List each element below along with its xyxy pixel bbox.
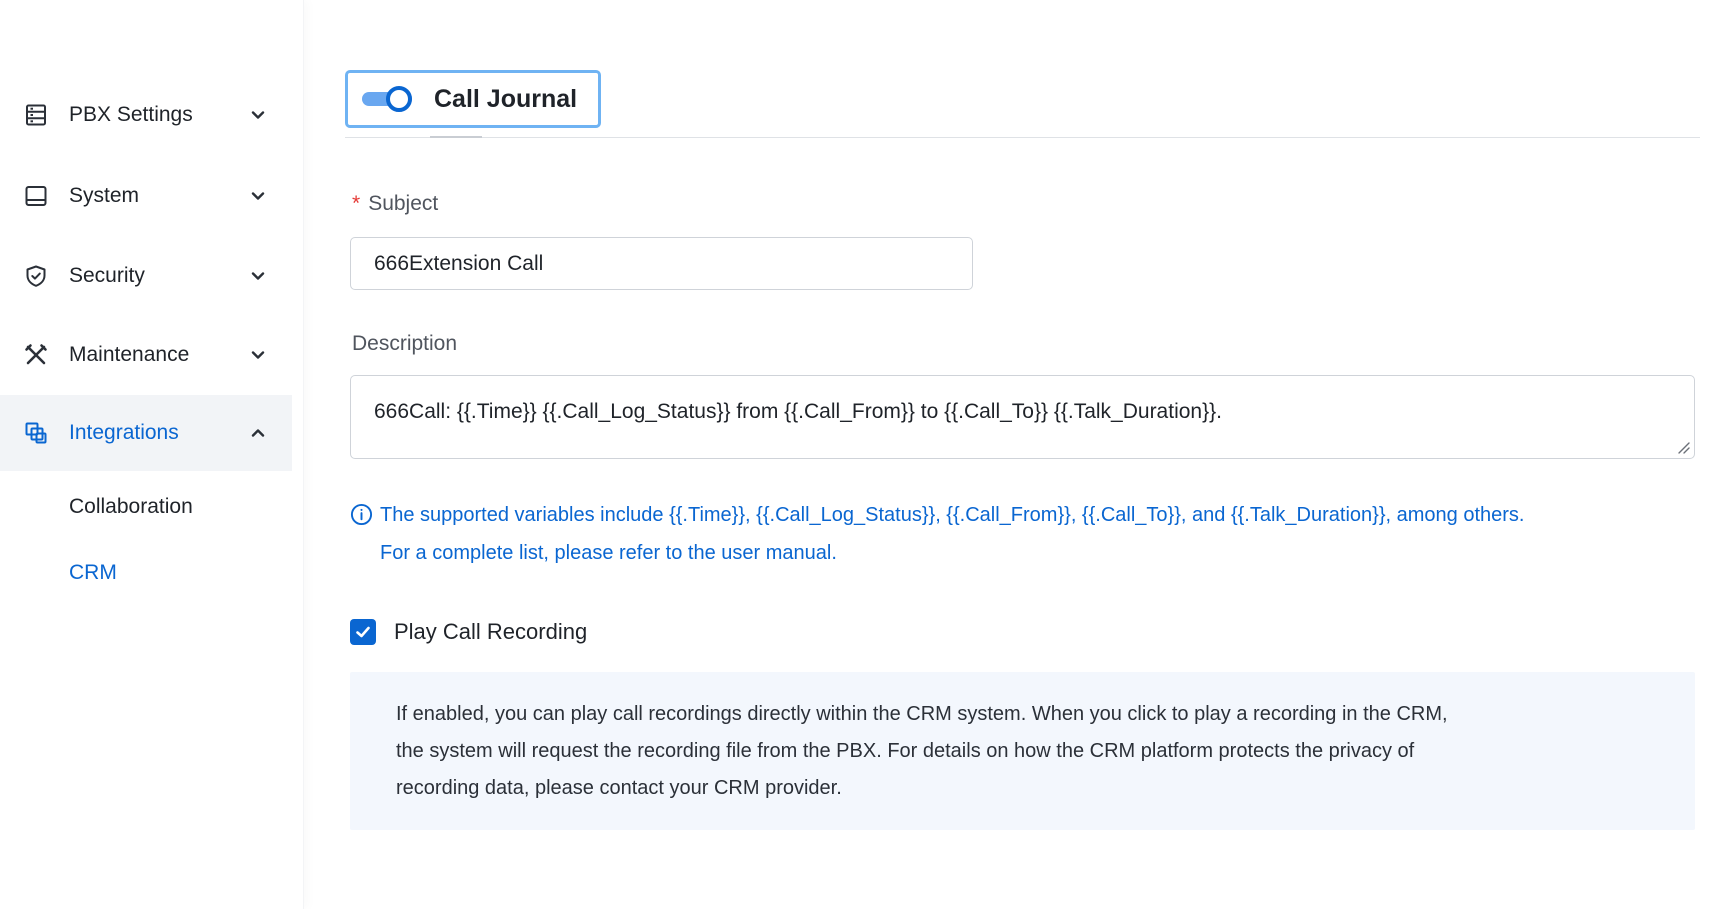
sidebar-item-label: System bbox=[69, 184, 140, 207]
sidebar-item-label: Security bbox=[69, 264, 145, 287]
integrations-icon bbox=[23, 420, 49, 446]
description-label: Description bbox=[352, 332, 458, 355]
shield-check-icon bbox=[23, 263, 49, 289]
sidebar-item-integrations[interactable]: Integrations bbox=[0, 395, 292, 471]
sidebar-item-label: Maintenance bbox=[69, 343, 190, 366]
checkmark-icon bbox=[356, 626, 370, 638]
tab-title: Call Journal bbox=[434, 84, 578, 113]
tab-divider-mark bbox=[430, 136, 482, 138]
chevron-down-icon bbox=[251, 351, 265, 359]
chevron-down-icon bbox=[251, 192, 265, 200]
required-mark: * bbox=[352, 192, 361, 215]
note-line-1: If enabled, you can play call recordings… bbox=[396, 703, 1448, 725]
info-icon bbox=[350, 503, 373, 526]
call-journal-tab[interactable]: Call Journal bbox=[345, 70, 601, 128]
hint-line-1: The supported variables include {{.Time}… bbox=[380, 504, 1525, 526]
play-call-recording-checkbox[interactable] bbox=[350, 619, 376, 645]
sidebar-item-label: PBX Settings bbox=[69, 103, 193, 126]
sidebar-item-pbx-settings[interactable]: PBX Settings bbox=[0, 77, 292, 153]
hint-line-2: For a complete list, please refer to the… bbox=[380, 542, 837, 564]
sidebar-item-label: Integrations bbox=[69, 421, 179, 444]
play-recording-note: If enabled, you can play call recordings… bbox=[350, 672, 1695, 830]
server-list-icon bbox=[23, 102, 49, 128]
sidebar-subitem-crm[interactable]: CRM bbox=[69, 561, 117, 585]
chevron-down-icon bbox=[251, 111, 265, 119]
note-line-3: recording data, please contact your CRM … bbox=[396, 777, 842, 799]
sidebar-item-maintenance[interactable]: Maintenance bbox=[0, 317, 292, 393]
resize-handle-icon[interactable] bbox=[1676, 440, 1690, 454]
note-line-2: the system will request the recording fi… bbox=[396, 740, 1415, 762]
chevron-down-icon bbox=[251, 272, 265, 280]
sidebar-item-security[interactable]: Security bbox=[0, 238, 292, 314]
call-journal-toggle[interactable] bbox=[360, 84, 416, 114]
tab-divider bbox=[345, 137, 1700, 138]
sidebar-subitem-collaboration[interactable]: Collaboration bbox=[69, 495, 193, 519]
sidebar: PBX Settings System Security Maintenance… bbox=[0, 0, 304, 909]
description-textarea[interactable]: 666Call: {{.Time}} {{.Call_Log_Status}} … bbox=[350, 375, 1695, 459]
variables-hint: The supported variables include {{.Time}… bbox=[350, 496, 1680, 572]
subject-label: * Subject bbox=[352, 192, 438, 216]
app-root: PBX Settings System Security Maintenance… bbox=[0, 0, 1731, 909]
toggle-knob bbox=[386, 86, 412, 112]
chevron-up-icon bbox=[251, 429, 265, 437]
monitor-icon bbox=[23, 183, 49, 209]
tools-icon bbox=[23, 342, 49, 368]
subject-input[interactable] bbox=[350, 237, 973, 290]
play-call-recording-label[interactable]: Play Call Recording bbox=[394, 619, 587, 645]
subject-label-text: Subject bbox=[368, 192, 439, 215]
sidebar-item-system[interactable]: System bbox=[0, 158, 292, 234]
